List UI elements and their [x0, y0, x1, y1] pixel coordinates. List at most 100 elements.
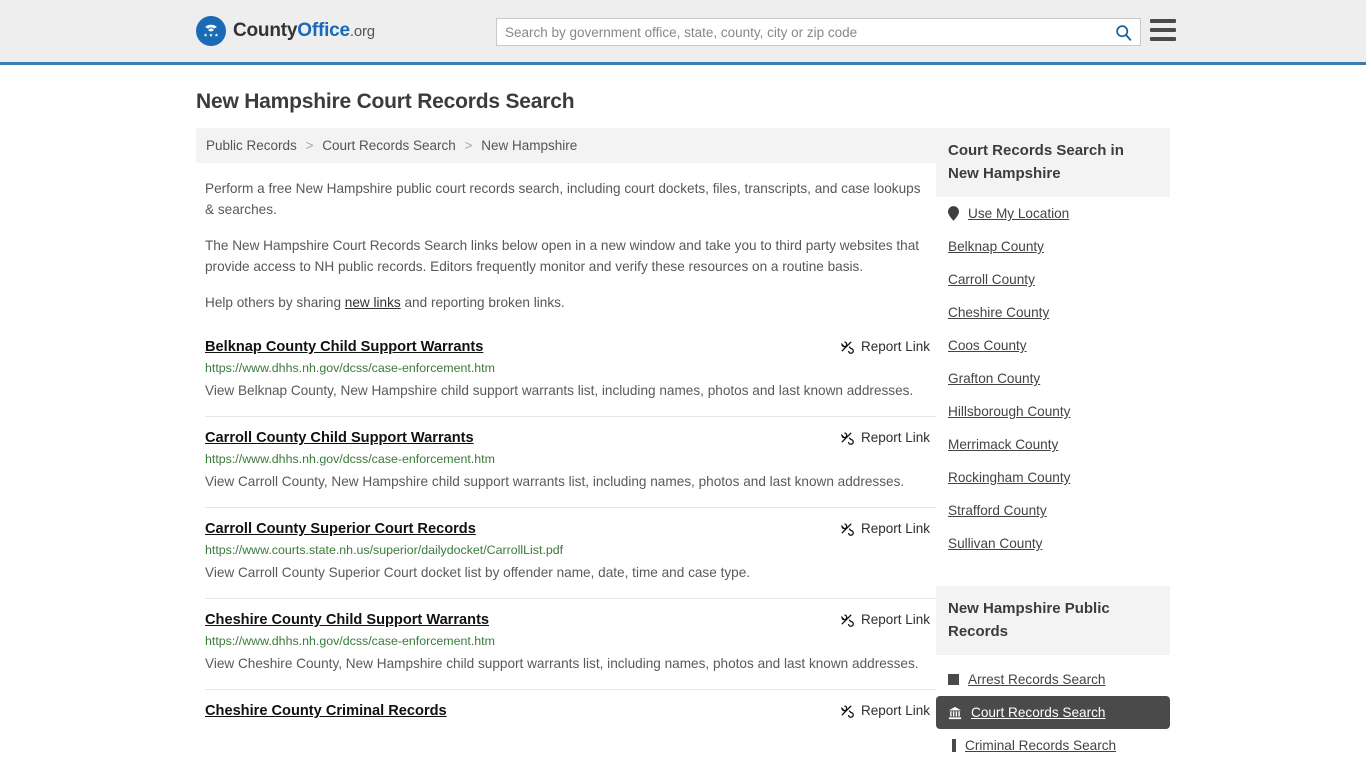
- main-content: Public Records > Court Records Search > …: [196, 128, 936, 732]
- sidebar-item-criminal-records-search[interactable]: Criminal Records Search: [936, 729, 1170, 762]
- search-icon: [1115, 24, 1132, 41]
- broken-link-icon: [839, 612, 854, 627]
- list-item: Hillsborough County: [936, 395, 1170, 428]
- sidebar-county-hillsborough[interactable]: Hillsborough County: [936, 395, 1170, 428]
- list-item: Grafton County: [936, 362, 1170, 395]
- map-pin-icon: [948, 206, 959, 221]
- sidebar-county-belknap[interactable]: Belknap County: [936, 230, 1170, 263]
- intro-p3-before: Help others by sharing: [205, 295, 345, 310]
- list-item: Rockingham County: [936, 461, 1170, 494]
- report-link-button[interactable]: Report Link: [839, 612, 936, 627]
- result-header: Carroll County Child Support Warrants Re…: [205, 430, 936, 446]
- use-my-location-label: Use My Location: [968, 206, 1070, 221]
- result-title-link[interactable]: Carroll County Child Support Warrants: [205, 430, 474, 446]
- content-columns: Public Records > Court Records Search > …: [196, 128, 1170, 766]
- search-button[interactable]: [1106, 19, 1140, 45]
- search-bar: [496, 18, 1141, 46]
- result-title-link[interactable]: Carroll County Superior Court Records: [205, 521, 476, 537]
- report-link-button[interactable]: Report Link: [839, 430, 936, 445]
- result-item: Cheshire County Child Support Warrants R…: [205, 598, 936, 689]
- page-title: New Hampshire Court Records Search: [196, 90, 575, 113]
- intro-paragraph-3: Help others by sharing new links and rep…: [196, 292, 936, 313]
- county-office-emblem-icon: [196, 16, 226, 46]
- search-input[interactable]: [497, 19, 1106, 45]
- report-link-label: Report Link: [860, 703, 930, 718]
- list-item: Strafford County: [936, 494, 1170, 527]
- sidebar-counties-heading: Court Records Search in New Hampshire: [936, 128, 1170, 197]
- report-link-label: Report Link: [860, 339, 930, 354]
- sidebar-county-cheshire[interactable]: Cheshire County: [936, 296, 1170, 329]
- result-item: Carroll County Child Support Warrants Re…: [205, 416, 936, 507]
- result-item: Carroll County Superior Court Records Re…: [205, 507, 936, 598]
- sidebar-counties-box: Court Records Search in New Hampshire Us…: [936, 128, 1170, 560]
- sidebar-item-label: Criminal Records Search: [965, 738, 1117, 753]
- result-header: Cheshire County Child Support Warrants R…: [205, 612, 936, 628]
- result-title-link[interactable]: Cheshire County Criminal Records: [205, 703, 447, 719]
- broken-link-icon: [839, 703, 854, 718]
- result-url: https://www.dhhs.nh.gov/dcss/case-enforc…: [205, 452, 495, 466]
- site-header: CountyOffice.org: [0, 0, 1366, 65]
- result-item: Cheshire County Criminal Records Report …: [205, 689, 936, 732]
- sidebar-item-arrest-records-search[interactable]: Arrest Records Search: [936, 663, 1170, 696]
- use-my-location-link[interactable]: Use My Location: [936, 197, 1170, 230]
- broken-link-icon: [839, 339, 854, 354]
- report-link-label: Report Link: [860, 612, 930, 627]
- sidebar-county-strafford[interactable]: Strafford County: [936, 494, 1170, 527]
- bar-icon: [952, 739, 956, 752]
- breadcrumb-item-public-records[interactable]: Public Records: [206, 138, 297, 153]
- intro-paragraph-1: Perform a free New Hampshire public cour…: [205, 181, 921, 217]
- sidebar-item-label: Arrest Records Search: [968, 672, 1106, 687]
- result-header: Carroll County Superior Court Records Re…: [205, 521, 936, 537]
- report-link-label: Report Link: [860, 430, 930, 445]
- hamburger-menu-icon[interactable]: [1150, 19, 1176, 41]
- result-item: Belknap County Child Support Warrants Re…: [205, 335, 936, 416]
- report-link-button[interactable]: Report Link: [839, 703, 936, 718]
- sidebar: Court Records Search in New Hampshire Us…: [936, 128, 1170, 766]
- results-list: Belknap County Child Support Warrants Re…: [196, 335, 936, 732]
- list-item: Carroll County: [936, 263, 1170, 296]
- logo-text-county: County: [233, 20, 298, 41]
- result-title-link[interactable]: Cheshire County Child Support Warrants: [205, 612, 489, 628]
- result-description: View Carroll County, New Hampshire child…: [205, 474, 905, 489]
- sidebar-public-records-box: New Hampshire Public Records Arrest Reco…: [936, 586, 1170, 762]
- breadcrumb-separator: >: [464, 138, 473, 153]
- result-header: Cheshire County Criminal Records Report …: [205, 703, 936, 719]
- intro-paragraph-2: The New Hampshire Court Records Search l…: [205, 238, 920, 274]
- breadcrumb-item-court-records-search[interactable]: Court Records Search: [322, 138, 456, 153]
- sidebar-county-carroll[interactable]: Carroll County: [936, 263, 1170, 296]
- intro-p3-after: and reporting broken links.: [400, 295, 565, 310]
- report-link-label: Report Link: [860, 521, 930, 536]
- sidebar-item-label: Court Records Search: [971, 705, 1106, 720]
- result-url: https://www.dhhs.nh.gov/dcss/case-enforc…: [205, 361, 495, 375]
- result-url: https://www.courts.state.nh.us/superior/…: [205, 543, 564, 557]
- sidebar-county-grafton[interactable]: Grafton County: [936, 362, 1170, 395]
- sidebar-item-court-records-search[interactable]: Court Records Search: [936, 696, 1170, 729]
- list-item: Belknap County: [936, 230, 1170, 263]
- result-url: https://www.dhhs.nh.gov/dcss/case-enforc…: [205, 634, 495, 648]
- report-link-button[interactable]: Report Link: [839, 521, 936, 536]
- new-links-link[interactable]: new links: [345, 295, 401, 310]
- sidebar-public-records-heading: New Hampshire Public Records: [936, 586, 1170, 655]
- page-container: New Hampshire Court Records Search Publi…: [0, 90, 1366, 766]
- list-item: Coos County: [936, 329, 1170, 362]
- sidebar-county-merrimack[interactable]: Merrimack County: [936, 428, 1170, 461]
- report-link-button[interactable]: Report Link: [839, 339, 936, 354]
- square-icon: [948, 674, 959, 685]
- sidebar-county-sullivan[interactable]: Sullivan County: [936, 527, 1170, 560]
- result-description: View Belknap County, New Hampshire child…: [205, 383, 914, 398]
- broken-link-icon: [839, 521, 854, 536]
- logo-text-office: Office: [297, 20, 350, 41]
- result-header: Belknap County Child Support Warrants Re…: [205, 339, 936, 355]
- breadcrumb: Public Records > Court Records Search > …: [196, 128, 936, 163]
- site-logo[interactable]: CountyOffice.org: [196, 16, 375, 46]
- logo-text-org: .org: [349, 23, 375, 40]
- list-item: Cheshire County: [936, 296, 1170, 329]
- sidebar-county-coos[interactable]: Coos County: [936, 329, 1170, 362]
- sidebar-county-rockingham[interactable]: Rockingham County: [936, 461, 1170, 494]
- site-logo-text: CountyOffice.org: [233, 20, 375, 42]
- result-title-link[interactable]: Belknap County Child Support Warrants: [205, 339, 483, 355]
- breadcrumb-item-new-hampshire[interactable]: New Hampshire: [481, 138, 577, 153]
- list-item: Sullivan County: [936, 527, 1170, 560]
- result-description: View Cheshire County, New Hampshire chil…: [205, 656, 919, 671]
- breadcrumb-separator: >: [305, 138, 314, 153]
